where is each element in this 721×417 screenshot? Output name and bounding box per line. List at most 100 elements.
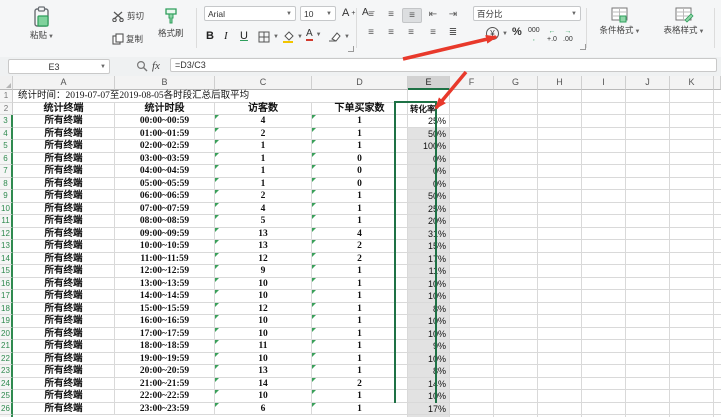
row-header-5[interactable]: 5	[0, 140, 13, 153]
cell-period[interactable]: 13:00~13:59	[115, 278, 215, 291]
cell-empty[interactable]	[714, 253, 721, 266]
cell-buyers[interactable]: 1	[312, 290, 408, 303]
cell-rate[interactable]: 8%	[408, 303, 450, 316]
row-header-3[interactable]: 3	[0, 115, 13, 128]
cell-empty[interactable]	[714, 215, 721, 228]
cell-rate[interactable]: 31%	[408, 228, 450, 241]
cell-empty[interactable]	[582, 128, 626, 141]
cell-empty[interactable]	[714, 315, 721, 328]
cell-header-3[interactable]: 下单买家数	[312, 103, 408, 116]
cell-empty[interactable]	[670, 90, 714, 103]
cell-empty[interactable]	[538, 103, 582, 116]
cell-empty[interactable]	[450, 90, 494, 103]
row-header-22[interactable]: 22	[0, 353, 13, 366]
cell-rate[interactable]: 0%	[408, 178, 450, 191]
cell-terminal[interactable]: 所有终端	[13, 228, 115, 241]
cell-empty[interactable]	[714, 353, 721, 366]
cell-empty[interactable]	[626, 403, 670, 416]
cell-empty[interactable]	[626, 228, 670, 241]
cell-empty[interactable]	[450, 315, 494, 328]
cell-buyers[interactable]: 1	[312, 390, 408, 403]
cell-empty[interactable]	[450, 165, 494, 178]
bold-button[interactable]: B	[206, 30, 214, 42]
cell-empty[interactable]	[582, 190, 626, 203]
align-bottom-icon[interactable]: ≡	[402, 8, 422, 23]
cell-period[interactable]: 18:00~18:59	[115, 340, 215, 353]
cell-empty[interactable]	[582, 265, 626, 278]
cell-empty[interactable]	[626, 253, 670, 266]
cell-empty[interactable]	[494, 253, 538, 266]
cell-empty[interactable]	[670, 365, 714, 378]
cell-empty[interactable]	[582, 178, 626, 191]
row-header-12[interactable]: 12	[0, 228, 13, 241]
cell-empty[interactable]	[450, 128, 494, 141]
row-header-11[interactable]: 11	[0, 215, 13, 228]
cell-empty[interactable]	[494, 403, 538, 416]
cell-visitors[interactable]: 13	[215, 365, 312, 378]
table-style-button[interactable]: 表格样式▼	[656, 7, 712, 36]
cell-empty[interactable]	[494, 165, 538, 178]
cell-period[interactable]: 07:00~07:59	[115, 203, 215, 216]
cell-visitors[interactable]: 1	[215, 178, 312, 191]
cell-empty[interactable]	[582, 340, 626, 353]
cell-period[interactable]: 19:00~19:59	[115, 353, 215, 366]
cell-empty[interactable]	[626, 340, 670, 353]
cell-empty[interactable]	[714, 328, 721, 341]
cell-empty[interactable]	[582, 115, 626, 128]
cell-empty[interactable]	[494, 140, 538, 153]
formula-input[interactable]: =D3/C3	[170, 58, 717, 72]
cell-empty[interactable]	[626, 315, 670, 328]
cell-empty[interactable]	[538, 90, 582, 103]
cell-empty[interactable]	[538, 265, 582, 278]
cell-terminal[interactable]: 所有终端	[13, 190, 115, 203]
cell-empty[interactable]	[494, 178, 538, 191]
cell-empty[interactable]	[494, 103, 538, 116]
conditional-format-button[interactable]: 条件格式▼	[592, 7, 648, 36]
cell-empty[interactable]	[450, 303, 494, 316]
row-header-15[interactable]: 15	[0, 265, 13, 278]
eraser-button[interactable]: ▼	[328, 31, 350, 42]
cell-terminal[interactable]: 所有终端	[13, 215, 115, 228]
cell-empty[interactable]	[626, 103, 670, 116]
cell-visitors[interactable]: 13	[215, 228, 312, 241]
cell-terminal[interactable]: 所有终端	[13, 303, 115, 316]
cell-empty[interactable]	[670, 253, 714, 266]
align-top-icon[interactable]: ≡	[362, 8, 380, 21]
format-painter-button[interactable]: 格式刷	[158, 6, 184, 39]
column-header-C[interactable]: C	[215, 76, 312, 90]
cell-terminal[interactable]: 所有终端	[13, 390, 115, 403]
cell-empty[interactable]	[670, 140, 714, 153]
cell-buyers[interactable]: 1	[312, 328, 408, 341]
cell-empty[interactable]	[714, 115, 721, 128]
cell-empty[interactable]	[538, 340, 582, 353]
cell-visitors[interactable]: 10	[215, 328, 312, 341]
currency-style-button[interactable]: ¥▼	[486, 27, 508, 40]
cell-rate[interactable]: 11%	[408, 265, 450, 278]
cell-empty[interactable]	[626, 278, 670, 291]
cell-visitors[interactable]: 11	[215, 340, 312, 353]
grow-font-button[interactable]: A+	[342, 7, 355, 19]
cell-visitors[interactable]: 1	[215, 140, 312, 153]
cut-button[interactable]: 剪切	[112, 10, 144, 22]
cell-period[interactable]: 10:00~10:59	[115, 240, 215, 253]
cell-empty[interactable]	[670, 303, 714, 316]
column-header-A[interactable]: A	[13, 76, 115, 90]
cell-empty[interactable]	[670, 328, 714, 341]
cell-rate[interactable]: 25%	[408, 115, 450, 128]
cell-rate[interactable]: 14%	[408, 378, 450, 391]
cell-header-0[interactable]: 统计终端	[13, 103, 115, 116]
cell-empty[interactable]	[494, 378, 538, 391]
cell-buyers[interactable]: 1	[312, 365, 408, 378]
number-format-select[interactable]: 百分比▼	[473, 6, 581, 21]
cell-empty[interactable]	[670, 190, 714, 203]
row-header-19[interactable]: 19	[0, 315, 13, 328]
cell-empty[interactable]	[494, 153, 538, 166]
cell-empty[interactable]	[670, 290, 714, 303]
cell-terminal[interactable]: 所有终端	[13, 140, 115, 153]
row-header-16[interactable]: 16	[0, 278, 13, 291]
cell-empty[interactable]	[626, 365, 670, 378]
cell-empty[interactable]	[494, 390, 538, 403]
cell-visitors[interactable]: 10	[215, 353, 312, 366]
cell-visitors[interactable]: 10	[215, 278, 312, 291]
column-header-B[interactable]: B	[115, 76, 215, 90]
